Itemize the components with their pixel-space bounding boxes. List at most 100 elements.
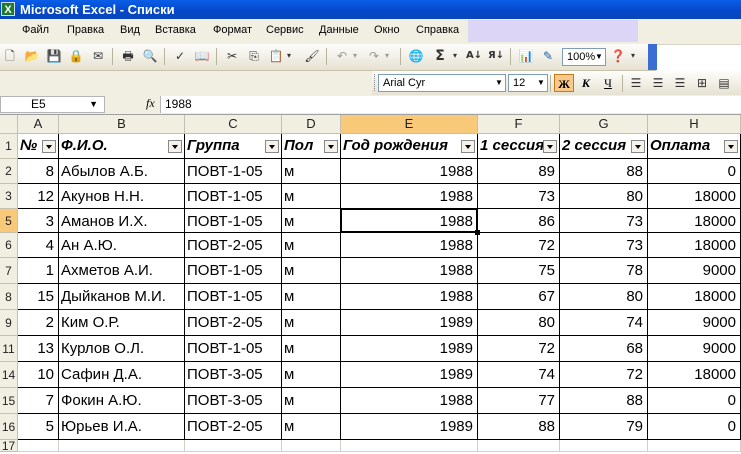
empty-cell[interactable] bbox=[18, 440, 59, 452]
table-cell[interactable]: м bbox=[282, 258, 341, 284]
table-cell[interactable]: 80 bbox=[560, 184, 648, 209]
table-cell[interactable]: ПОВТ-2-05 bbox=[185, 310, 282, 336]
table-cell[interactable]: 72 bbox=[560, 362, 648, 388]
header-cell-e[interactable]: Год рождения bbox=[341, 134, 478, 159]
table-cell[interactable]: Юрьев И.А. bbox=[59, 414, 185, 440]
table-cell[interactable]: 1989 bbox=[341, 310, 478, 336]
column-header-h[interactable]: H bbox=[648, 115, 741, 134]
select-all-corner[interactable] bbox=[0, 115, 18, 134]
empty-cell[interactable] bbox=[648, 440, 741, 452]
table-cell[interactable]: 1988 bbox=[341, 258, 478, 284]
redo-dropdown-icon[interactable]: ▾ bbox=[382, 48, 392, 64]
table-cell[interactable]: 1989 bbox=[341, 336, 478, 362]
table-cell[interactable]: ПОВТ-1-05 bbox=[185, 184, 282, 209]
table-cell[interactable]: ПОВТ-1-05 bbox=[185, 258, 282, 284]
align-center-icon[interactable]: ☰ bbox=[650, 75, 666, 91]
redo-icon[interactable]: ↷ bbox=[366, 48, 382, 64]
undo-icon[interactable]: ↶ bbox=[334, 48, 350, 64]
undo-dropdown-icon[interactable]: ▾ bbox=[350, 48, 360, 64]
table-cell[interactable]: м bbox=[282, 362, 341, 388]
column-header-a[interactable]: A bbox=[18, 115, 59, 134]
row-header[interactable]: 6 bbox=[0, 233, 18, 258]
table-cell[interactable]: 1988 bbox=[341, 184, 478, 209]
table-cell[interactable]: 15 bbox=[18, 284, 59, 310]
table-cell[interactable]: 74 bbox=[560, 310, 648, 336]
menu-insert[interactable]: Вставка bbox=[155, 24, 196, 36]
email-icon[interactable]: ✉ bbox=[90, 48, 106, 64]
row-header[interactable]: 9 bbox=[0, 310, 18, 336]
table-cell[interactable]: ПОВТ-1-05 bbox=[185, 284, 282, 310]
italic-button[interactable]: К bbox=[576, 74, 596, 92]
table-cell[interactable]: ПОВТ-1-05 bbox=[185, 336, 282, 362]
merge-center-icon[interactable]: ⊞ bbox=[694, 75, 710, 91]
paste-icon[interactable]: 📋 bbox=[268, 48, 284, 64]
currency-icon[interactable]: ▤ bbox=[716, 75, 732, 91]
table-cell[interactable]: 0 bbox=[648, 388, 741, 414]
menu-tools[interactable]: Сервис bbox=[266, 24, 304, 36]
table-cell[interactable]: Ан А.Ю. bbox=[59, 233, 185, 258]
autofilter-dropdown-icon[interactable] bbox=[42, 140, 56, 153]
table-cell[interactable]: 88 bbox=[478, 414, 560, 440]
align-right-icon[interactable]: ☰ bbox=[672, 75, 688, 91]
table-cell[interactable]: Ахметов А.И. bbox=[59, 258, 185, 284]
table-cell[interactable]: 73 bbox=[560, 233, 648, 258]
permission-icon[interactable]: 🔒 bbox=[68, 48, 84, 64]
zoom-select[interactable]: 100% ▼ bbox=[562, 48, 606, 66]
table-cell[interactable]: Курлов О.Л. bbox=[59, 336, 185, 362]
table-cell[interactable]: 78 bbox=[560, 258, 648, 284]
autofilter-dropdown-icon[interactable] bbox=[324, 140, 338, 153]
table-cell[interactable]: 1989 bbox=[341, 362, 478, 388]
name-box-dropdown-icon[interactable]: ▼ bbox=[89, 97, 98, 112]
row-header[interactable]: 15 bbox=[0, 388, 18, 414]
table-cell[interactable]: м bbox=[282, 184, 341, 209]
ask-question-box[interactable] bbox=[468, 20, 638, 42]
table-cell[interactable]: 7 bbox=[18, 388, 59, 414]
bold-button[interactable]: Ж bbox=[554, 74, 574, 92]
table-cell[interactable]: Абылов А.Б. bbox=[59, 159, 185, 184]
table-cell[interactable]: 80 bbox=[560, 284, 648, 310]
table-cell[interactable]: Акунов Н.Н. bbox=[59, 184, 185, 209]
table-cell[interactable]: м bbox=[282, 388, 341, 414]
empty-cell[interactable] bbox=[59, 440, 185, 452]
table-cell[interactable]: 0 bbox=[648, 414, 741, 440]
font-name-select[interactable]: Arial Cyr ▼ bbox=[378, 74, 506, 92]
table-cell[interactable]: 18000 bbox=[648, 362, 741, 388]
table-cell[interactable]: м bbox=[282, 233, 341, 258]
excel-app-icon[interactable]: X bbox=[1, 2, 15, 16]
row-header[interactable]: 5 bbox=[0, 209, 18, 233]
table-cell[interactable]: 72 bbox=[478, 233, 560, 258]
menu-file[interactable]: Файл bbox=[22, 24, 49, 36]
table-cell[interactable]: м bbox=[282, 284, 341, 310]
table-cell[interactable]: ПОВТ-1-05 bbox=[185, 159, 282, 184]
chart-wizard-icon[interactable]: 📊 bbox=[518, 48, 534, 64]
new-document-icon[interactable]: 🗋 bbox=[2, 48, 18, 64]
empty-cell[interactable] bbox=[478, 440, 560, 452]
zoom-dropdown-icon[interactable]: ▼ bbox=[593, 49, 605, 65]
format-painter-icon[interactable]: 🖌 bbox=[304, 48, 320, 64]
menu-data[interactable]: Данные bbox=[319, 24, 359, 36]
menu-edit[interactable]: Правка bbox=[67, 24, 104, 36]
menu-view[interactable]: Вид bbox=[120, 24, 140, 36]
column-header-c[interactable]: C bbox=[185, 115, 282, 134]
table-cell[interactable]: ПОВТ-2-05 bbox=[185, 414, 282, 440]
table-cell[interactable]: 1988 bbox=[341, 284, 478, 310]
table-cell[interactable]: м bbox=[282, 209, 341, 233]
table-cell[interactable]: 18000 bbox=[648, 209, 741, 233]
font-size-select[interactable]: 12 ▼ bbox=[508, 74, 548, 92]
autofilter-dropdown-icon[interactable] bbox=[543, 140, 557, 153]
autofilter-dropdown-icon[interactable] bbox=[461, 140, 475, 153]
table-cell[interactable]: 86 bbox=[478, 209, 560, 233]
row-header[interactable]: 1 bbox=[0, 134, 18, 159]
table-cell[interactable]: 1988 bbox=[341, 388, 478, 414]
table-cell[interactable]: 5 bbox=[18, 414, 59, 440]
drawing-icon[interactable]: ✎ bbox=[540, 48, 556, 64]
table-cell[interactable]: Фокин А.Ю. bbox=[59, 388, 185, 414]
autosum-dropdown-icon[interactable]: ▾ bbox=[450, 48, 460, 64]
table-cell[interactable]: 80 bbox=[478, 310, 560, 336]
header-cell-b[interactable]: Ф.И.О. bbox=[59, 134, 185, 159]
table-cell[interactable]: 1989 bbox=[341, 414, 478, 440]
table-cell[interactable]: ПОВТ-3-05 bbox=[185, 362, 282, 388]
hyperlink-icon[interactable]: 🌐 bbox=[408, 48, 424, 64]
table-cell[interactable]: 1988 bbox=[341, 159, 478, 184]
autofilter-dropdown-icon[interactable] bbox=[724, 140, 738, 153]
